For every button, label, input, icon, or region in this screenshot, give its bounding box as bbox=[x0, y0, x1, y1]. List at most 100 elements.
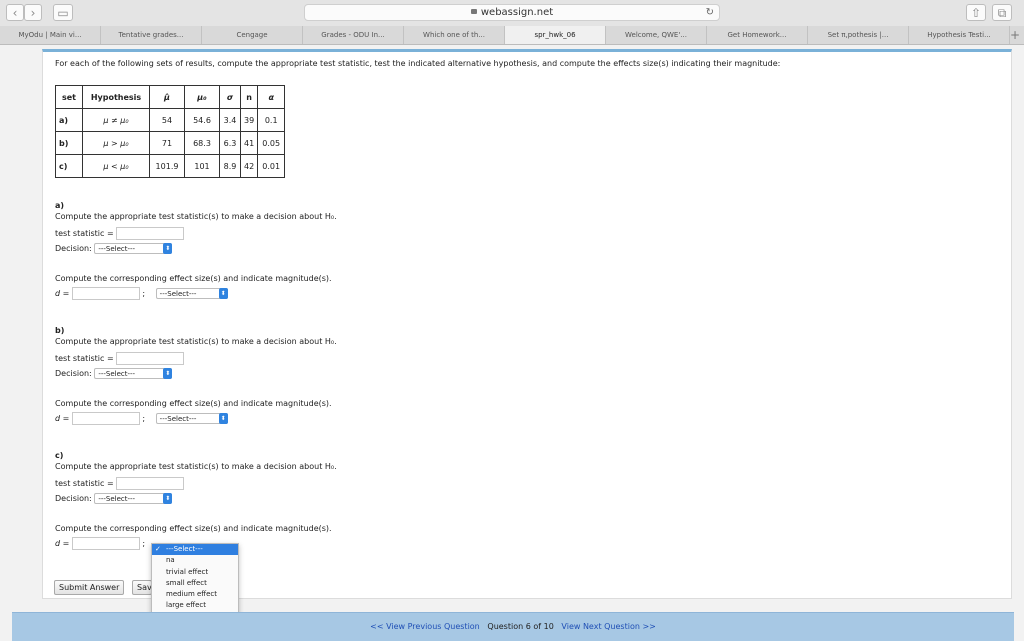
dropdown-option-na[interactable]: na bbox=[152, 555, 238, 566]
cell-alpha: 0.01 bbox=[257, 154, 286, 178]
separator: ; bbox=[142, 414, 146, 423]
dropdown-option-large[interactable]: large effect bbox=[152, 600, 238, 611]
effect-size-input[interactable] bbox=[71, 412, 140, 425]
compute-stat-text: Compute the appropriate test statistic(s… bbox=[55, 462, 337, 471]
select-arrow-icon: ⬍ bbox=[218, 288, 228, 299]
decision-select[interactable]: ---Select--- ⬍ bbox=[94, 243, 173, 254]
dropdown-option-select[interactable]: ✓ ---Select--- bbox=[152, 544, 238, 556]
dropdown-option-small[interactable]: small effect bbox=[152, 578, 238, 589]
decision-label: Decision: bbox=[55, 244, 92, 253]
dropdown-option-trivial[interactable]: trivial effect bbox=[152, 567, 238, 578]
reload-icon[interactable]: ↻ bbox=[706, 5, 714, 20]
tab-welcome[interactable]: Welcome, QWE'... bbox=[606, 26, 707, 44]
compute-stat-text: Compute the appropriate test statistic(s… bbox=[55, 212, 337, 221]
previous-question-link[interactable]: << View Previous Question bbox=[370, 622, 480, 631]
table-row: b) μ > μ₀ 71 68.3 6.3 41 0.05 bbox=[55, 131, 286, 155]
address-bar[interactable]: webassign.net ↻ bbox=[304, 4, 720, 21]
effect-size-input[interactable] bbox=[71, 287, 140, 300]
decision-select[interactable]: ---Select--- ⬍ bbox=[94, 493, 173, 504]
cell-muhat: 101.9 bbox=[149, 154, 185, 178]
forward-icon[interactable]: › bbox=[24, 4, 42, 21]
magnitude-select[interactable]: ---Select--- ⬍ bbox=[155, 288, 228, 299]
cell-mu0: 101 bbox=[184, 154, 220, 178]
browser-toolbar: ‹ › ▭ webassign.net ↻ ⇧ ⧉ bbox=[0, 0, 1024, 27]
table-row: a) μ ≠ μ₀ 54 54.6 3.4 39 0.1 bbox=[55, 108, 286, 132]
part-a: a) Compute the appropriate test statisti… bbox=[55, 201, 337, 300]
next-question-link[interactable]: View Next Question >> bbox=[561, 622, 655, 631]
magnitude-dropdown-menu: ✓ ---Select--- na trivial effect small ef… bbox=[151, 543, 239, 616]
cell-hypothesis: μ < μ₀ bbox=[82, 154, 150, 178]
cell-n: 39 bbox=[239, 108, 259, 132]
stat-label: test statistic = bbox=[55, 354, 114, 363]
part-label: c) bbox=[55, 451, 64, 460]
hypothesis-table: set Hypothesis μ̂ μ₀ σ n α a) μ ≠ μ₀ 54 … bbox=[55, 85, 286, 178]
lock-icon bbox=[470, 9, 477, 14]
tab-tentative-grades[interactable]: Tentative grades... bbox=[101, 26, 202, 44]
select-arrow-icon: ⬍ bbox=[163, 243, 173, 254]
cell-set: a) bbox=[55, 108, 83, 132]
select-arrow-icon: ⬍ bbox=[218, 413, 228, 424]
col-hypothesis: Hypothesis bbox=[82, 85, 150, 109]
question-counter: Question 6 of 10 bbox=[487, 622, 554, 631]
tab-set-hypothesis[interactable]: Set π,pothesis |... bbox=[808, 26, 909, 44]
compute-effect-text: Compute the corresponding effect size(s)… bbox=[55, 524, 332, 533]
d-label: d = bbox=[55, 539, 70, 548]
cell-mu0: 54.6 bbox=[184, 108, 220, 132]
test-statistic-input[interactable] bbox=[116, 352, 185, 365]
share-icon[interactable]: ⇧ bbox=[966, 4, 986, 21]
cell-set: c) bbox=[55, 154, 83, 178]
save-progress-button[interactable]: Sav bbox=[132, 580, 152, 595]
test-statistic-input[interactable] bbox=[116, 477, 185, 490]
compute-stat-text: Compute the appropriate test statistic(s… bbox=[55, 337, 337, 346]
tab-bar: MyOdu | Main vi... Tentative grades... C… bbox=[0, 26, 1024, 45]
part-b: b) Compute the appropriate test statisti… bbox=[55, 326, 337, 425]
tab-spr-hwk-06[interactable]: spr_hwk_06 bbox=[505, 26, 606, 44]
col-mu0: μ₀ bbox=[184, 85, 220, 109]
effect-size-input[interactable] bbox=[71, 537, 140, 550]
cell-alpha: 0.05 bbox=[257, 131, 286, 155]
cell-alpha: 0.1 bbox=[257, 108, 286, 132]
tab-which-one[interactable]: Which one of th... bbox=[404, 26, 505, 44]
select-arrow-icon: ⬍ bbox=[163, 493, 173, 504]
tab-cengage[interactable]: Cengage bbox=[202, 26, 303, 44]
question-panel: For each of the following sets of result… bbox=[42, 49, 1012, 599]
cell-n: 41 bbox=[239, 131, 259, 155]
stat-label: test statistic = bbox=[55, 479, 114, 488]
tab-grades-odu[interactable]: Grades - ODU In... bbox=[303, 26, 404, 44]
d-label: d = bbox=[55, 414, 70, 423]
part-label: b) bbox=[55, 326, 65, 335]
dropdown-option-medium[interactable]: medium effect bbox=[152, 589, 238, 600]
col-muhat: μ̂ bbox=[149, 85, 185, 109]
cell-muhat: 54 bbox=[149, 108, 185, 132]
d-label: d = bbox=[55, 289, 70, 298]
decision-select[interactable]: ---Select--- ⬍ bbox=[94, 368, 173, 379]
decision-label: Decision: bbox=[55, 494, 92, 503]
submit-answer-button[interactable]: Submit Answer bbox=[54, 580, 125, 595]
test-statistic-input[interactable] bbox=[116, 227, 185, 240]
cell-sigma: 3.4 bbox=[219, 108, 241, 132]
sidebar-icon[interactable]: ▭ bbox=[53, 4, 73, 21]
separator: ; bbox=[142, 539, 146, 548]
magnitude-select[interactable]: ---Select--- ⬍ bbox=[155, 413, 228, 424]
table-header-row: set Hypothesis μ̂ μ₀ σ n α bbox=[55, 85, 286, 109]
cell-hypothesis: μ > μ₀ bbox=[82, 131, 150, 155]
tabs-overview-icon[interactable]: ⧉ bbox=[992, 4, 1012, 21]
select-arrow-icon: ⬍ bbox=[163, 368, 173, 379]
cell-mu0: 68.3 bbox=[184, 131, 220, 155]
separator: ; bbox=[142, 289, 146, 298]
col-sigma: σ bbox=[219, 85, 241, 109]
part-label: a) bbox=[55, 201, 65, 210]
cell-set: b) bbox=[55, 131, 83, 155]
cell-muhat: 71 bbox=[149, 131, 185, 155]
back-icon[interactable]: ‹ bbox=[6, 4, 24, 21]
table-row: c) μ < μ₀ 101.9 101 8.9 42 0.01 bbox=[55, 154, 286, 178]
decision-label: Decision: bbox=[55, 369, 92, 378]
stat-label: test statistic = bbox=[55, 229, 114, 238]
question-intro: For each of the following sets of result… bbox=[55, 59, 781, 68]
col-n: n bbox=[239, 85, 259, 109]
tab-get-homework[interactable]: Get Homework... bbox=[707, 26, 808, 44]
tab-hypothesis-testing[interactable]: Hypothesis Testi... bbox=[909, 26, 1010, 44]
new-tab-icon[interactable]: + bbox=[1010, 26, 1020, 44]
cell-hypothesis: μ ≠ μ₀ bbox=[82, 108, 150, 132]
tab-myodu[interactable]: MyOdu | Main vi... bbox=[0, 26, 101, 44]
